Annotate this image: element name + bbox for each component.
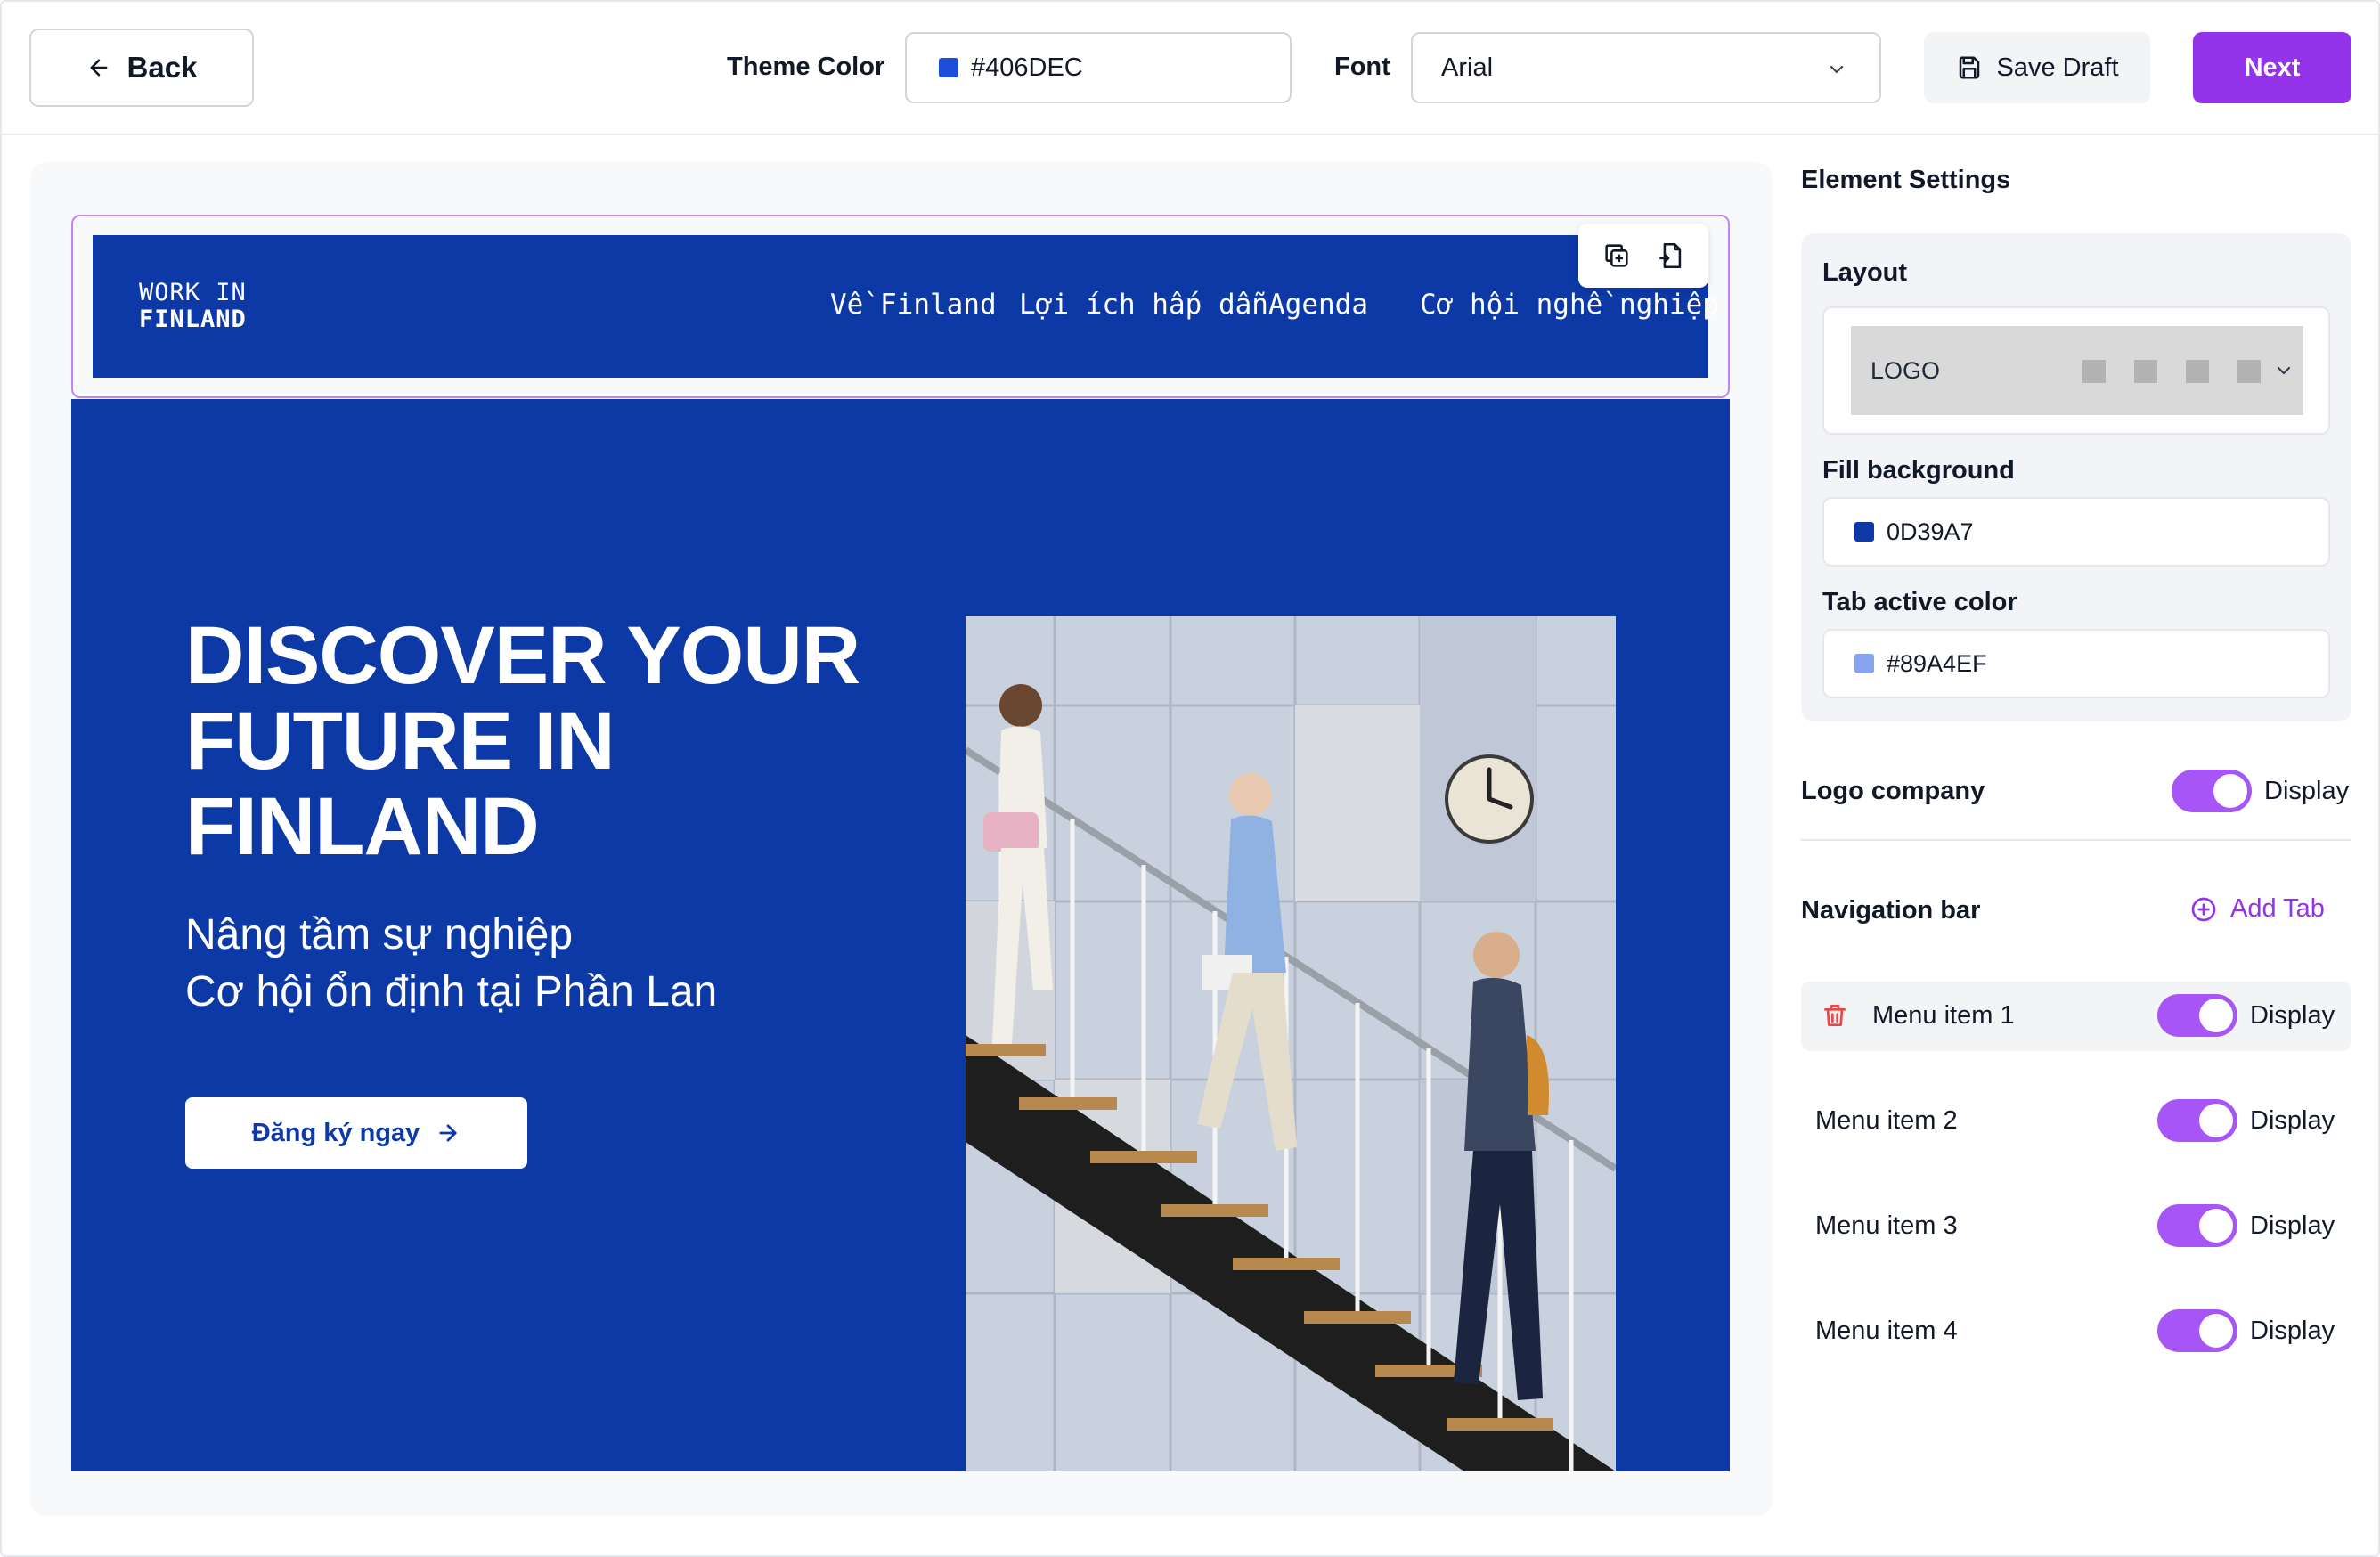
- duplicate-icon[interactable]: [1602, 240, 1632, 271]
- top-toolbar: Back Theme Color #406DEC Font Arial Save…: [0, 0, 2380, 135]
- add-tab-label: Add Tab: [2230, 894, 2325, 923]
- menu-item-4-label: Menu item 4: [1815, 1317, 1958, 1345]
- hero-photo: [966, 616, 1616, 1471]
- hero-section[interactable]: DISCOVER YOUR FUTURE IN FINLAND Nâng tầm…: [71, 399, 1730, 1471]
- menu-item-1-label: Menu item 1: [1872, 1001, 2015, 1030]
- save-draft-label: Save Draft: [1996, 53, 2119, 82]
- layout-placeholder: [2237, 360, 2261, 383]
- layout-placeholder: [2134, 360, 2157, 383]
- layout-label: Layout: [1822, 258, 1908, 287]
- tab-active-color-value: #89A4EF: [1887, 649, 1987, 677]
- menu-item-4-display-label: Display: [2250, 1317, 2335, 1345]
- tab-active-color-label: Tab active color: [1822, 588, 2017, 616]
- save-icon: [1959, 56, 1979, 79]
- menu-item-3-toggle[interactable]: [2157, 1204, 2237, 1247]
- section-divider: [1801, 839, 2351, 841]
- preview-navbar[interactable]: WORK IN FINLAND Về Finland Lợi ích hấp d…: [93, 235, 1719, 378]
- back-button[interactable]: Back: [29, 29, 254, 107]
- element-settings-title: Element Settings: [1801, 166, 2011, 194]
- plus-circle-icon: [2191, 897, 2216, 921]
- navigation-bar-label: Navigation bar: [1801, 896, 1981, 925]
- save-draft-button[interactable]: Save Draft: [1924, 32, 2150, 103]
- layout-preview: LOGO: [1851, 326, 2303, 415]
- font-select[interactable]: Arial: [1411, 32, 1881, 103]
- fill-background-swatch: [1854, 522, 1874, 542]
- back-label: Back: [126, 51, 198, 84]
- logo-company-label: Logo company: [1801, 777, 1985, 805]
- nav-item-agenda[interactable]: Agenda: [1268, 289, 1368, 321]
- preview-logo: WORK IN FINLAND: [139, 280, 247, 333]
- layout-select[interactable]: LOGO: [1822, 306, 2330, 435]
- hero-subtitle-line-1: Nâng tầm sự nghiệp: [185, 911, 574, 958]
- register-label: Đăng ký ngay: [251, 1118, 420, 1147]
- logo-company-display-label: Display: [2264, 777, 2350, 805]
- element-toolbar: [1578, 224, 1708, 288]
- logo-line-1: WORK IN: [139, 279, 247, 306]
- hero-subtitle-line-2: Cơ hội ổn định tại Phần Lan: [185, 968, 718, 1015]
- fill-background-field[interactable]: 0D39A7: [1822, 497, 2330, 567]
- next-button[interactable]: Next: [2193, 32, 2351, 103]
- menu-item-1-toggle[interactable]: [2157, 994, 2237, 1037]
- theme-color-value: #406DEC: [971, 53, 1083, 82]
- hero-title: DISCOVER YOUR FUTURE IN FINLAND: [185, 610, 860, 872]
- chevron-down-icon: [2277, 366, 2291, 375]
- logo-line-2: FINLAND: [139, 306, 247, 333]
- menu-item-1-display-label: Display: [2250, 1001, 2335, 1030]
- tab-active-color-swatch: [1854, 654, 1874, 673]
- fill-background-label: Fill background: [1822, 456, 2015, 485]
- tab-active-color-field[interactable]: #89A4EF: [1822, 629, 2330, 698]
- nav-item-ve-finland[interactable]: Về Finland: [830, 289, 997, 321]
- theme-color-field[interactable]: #406DEC: [905, 32, 1292, 103]
- register-button[interactable]: Đăng ký ngay: [185, 1097, 527, 1169]
- logo-company-toggle[interactable]: [2172, 770, 2252, 812]
- nav-item-co-hoi[interactable]: Cơ hội nghề nghiệp: [1420, 289, 1719, 321]
- menu-item-2-label: Menu item 2: [1815, 1106, 1958, 1135]
- menu-item-3-label: Menu item 3: [1815, 1211, 1958, 1240]
- wall-clock: [1445, 754, 1534, 844]
- trash-icon[interactable]: [1821, 1001, 1849, 1030]
- add-section-icon[interactable]: [1656, 240, 1686, 271]
- menu-item-2-toggle[interactable]: [2157, 1099, 2237, 1142]
- theme-color-label: Theme Color: [727, 53, 885, 81]
- font-value: Arial: [1441, 53, 1494, 82]
- staircase-photo-illustration: [966, 616, 1616, 1471]
- font-label: Font: [1334, 53, 1390, 81]
- menu-item-3-display-label: Display: [2250, 1211, 2335, 1240]
- add-tab-button[interactable]: Add Tab: [2189, 894, 2325, 924]
- arrow-right-icon: [439, 1124, 457, 1142]
- arrow-left-icon: [90, 59, 107, 77]
- layout-value: LOGO: [1871, 356, 1941, 384]
- layout-placeholder: [2186, 360, 2209, 383]
- chevron-down-icon: [1830, 65, 1844, 74]
- menu-item-4-toggle[interactable]: [2157, 1309, 2237, 1352]
- theme-color-swatch: [939, 58, 958, 77]
- layout-placeholder: [2082, 360, 2106, 383]
- menu-item-2-display-label: Display: [2250, 1106, 2335, 1135]
- nav-item-loi-ich[interactable]: Lợi ích hấp dẫn: [1019, 289, 1268, 321]
- fill-background-value: 0D39A7: [1887, 518, 1974, 545]
- hero-subtitle: Nâng tầm sự nghiệp Cơ hội ổn định tại Ph…: [185, 907, 717, 1021]
